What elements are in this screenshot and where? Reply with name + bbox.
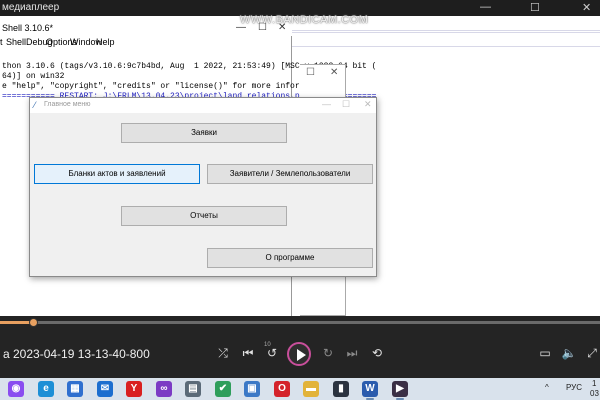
dialog-close-button[interactable]: ✕ bbox=[364, 99, 372, 110]
requests-button[interactable]: Заявки bbox=[121, 123, 287, 143]
dialog-maximize-button[interactable]: ☐ bbox=[342, 99, 350, 110]
visual-studio-icon[interactable]: ∞ bbox=[156, 381, 172, 397]
repeat-icon[interactable]: ⟲ bbox=[368, 344, 386, 362]
dialog-title: Главное меню bbox=[44, 101, 91, 108]
photos-icon[interactable]: ▣ bbox=[244, 381, 260, 397]
media-filename: а 2023-04-19 13-13-40-800 bbox=[3, 347, 150, 361]
shell-menubar: t Shell Debug Options Window Help bbox=[0, 37, 292, 49]
tray-time[interactable]: 1 bbox=[592, 379, 596, 388]
tray-language[interactable]: РУС bbox=[566, 383, 582, 392]
minimize-button[interactable]: — bbox=[480, 1, 491, 13]
dialog-minimize-button[interactable]: — bbox=[322, 99, 331, 109]
menu-help[interactable]: Help bbox=[96, 37, 115, 47]
taskbar: ◉ e ▦ ✉ Y ∞ ▤ ✔ ▣ O ▬ ▮ W ▶ ^ РУС 1 03 bbox=[0, 378, 600, 400]
store-icon[interactable]: ▦ bbox=[67, 381, 83, 397]
about-button[interactable]: О программе bbox=[207, 248, 373, 268]
bandicam-watermark: WWW.BANDICAM.COM bbox=[240, 14, 369, 26]
miniplayer-icon[interactable]: ▭ bbox=[536, 344, 554, 362]
terminal-icon[interactable]: ▮ bbox=[333, 381, 349, 397]
background-window-close-button[interactable]: ✕ bbox=[330, 67, 338, 78]
previous-icon[interactable]: ⏮ bbox=[239, 344, 257, 362]
fullscreen-icon[interactable]: ⤢ bbox=[583, 344, 600, 362]
tk-feather-icon: ⁄ bbox=[34, 100, 36, 110]
menu-edit[interactable]: t bbox=[0, 37, 3, 47]
forward-icon[interactable]: ↻ bbox=[319, 344, 337, 362]
skip-seconds-label: 10 bbox=[264, 342, 271, 348]
alice-icon[interactable]: ◉ bbox=[8, 381, 24, 397]
opera-icon[interactable]: O bbox=[274, 381, 290, 397]
player-title: медиаплеер bbox=[2, 2, 60, 13]
mail-icon[interactable]: ✉ bbox=[97, 381, 113, 397]
maximize-button[interactable]: ☐ bbox=[530, 1, 540, 14]
explorer-icon[interactable]: ▬ bbox=[303, 381, 319, 397]
dialog-titlebar: ⁄ Главное меню — ☐ ✕ bbox=[30, 98, 376, 113]
shell-title: Shell 3.10.6* bbox=[2, 23, 54, 33]
forms-button[interactable]: Бланки актов и заявлений bbox=[34, 164, 200, 184]
applicants-button[interactable]: Заявители / Землепользователи bbox=[207, 164, 373, 184]
reports-button[interactable]: Отчеты bbox=[121, 206, 287, 226]
play-button[interactable] bbox=[287, 342, 311, 366]
tray-date[interactable]: 03 bbox=[590, 389, 599, 398]
menu-shell[interactable]: Shell bbox=[6, 37, 26, 47]
yandex-browser-icon[interactable]: Y bbox=[126, 381, 142, 397]
tray-chevron-icon[interactable]: ^ bbox=[545, 383, 549, 392]
play-icon bbox=[297, 349, 306, 361]
media-player-icon[interactable]: ▶ bbox=[392, 381, 408, 400]
word-icon[interactable]: W bbox=[362, 381, 378, 400]
calculator-icon[interactable]: ▤ bbox=[185, 381, 201, 397]
next-icon[interactable]: ⏭ bbox=[343, 344, 361, 362]
seek-bar[interactable] bbox=[0, 318, 600, 327]
vpn-icon[interactable]: ✔ bbox=[215, 381, 231, 397]
close-button[interactable]: ✕ bbox=[582, 1, 591, 14]
volume-icon[interactable]: 🔈 bbox=[560, 344, 578, 362]
background-window-maximize-button[interactable]: ☐ bbox=[306, 67, 315, 78]
seek-handle[interactable] bbox=[29, 318, 38, 327]
main-menu-dialog: ⁄ Главное меню — ☐ ✕ Заявки Бланки актов… bbox=[29, 97, 377, 277]
edge-icon[interactable]: e bbox=[38, 381, 54, 397]
shuffle-icon[interactable]: ⤮ bbox=[214, 344, 232, 362]
